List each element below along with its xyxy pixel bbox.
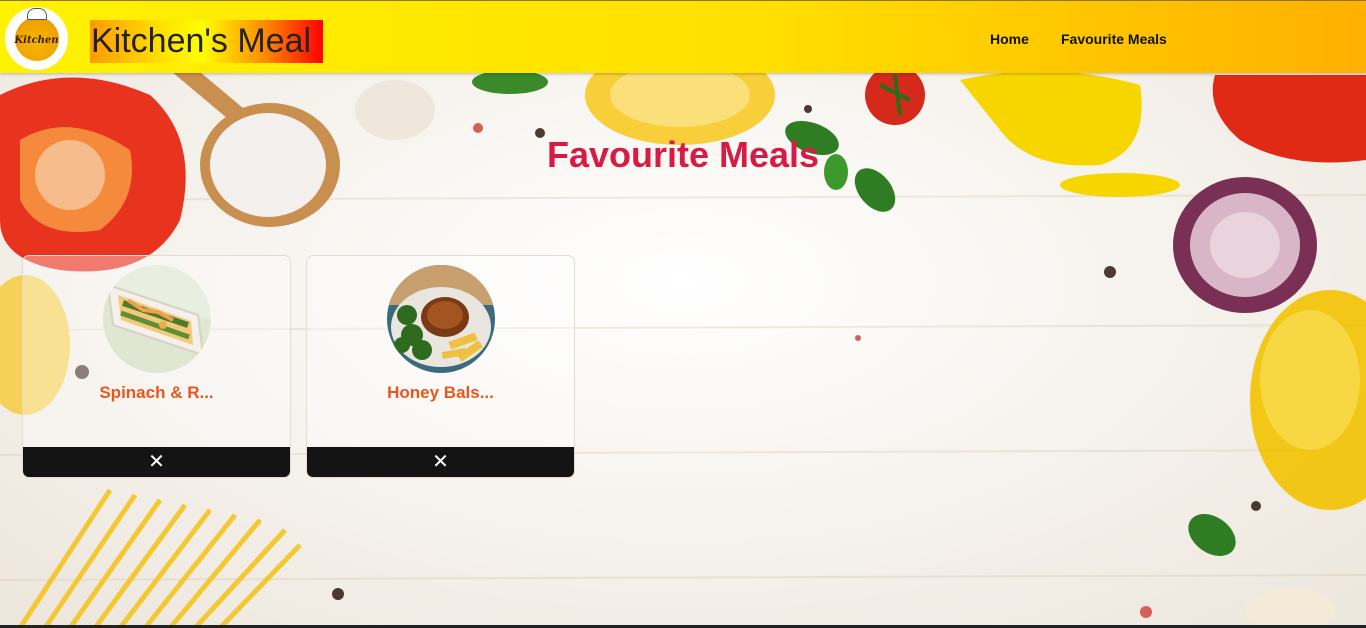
remove-favourite-button[interactable]: ✕	[307, 447, 574, 477]
close-icon: ✕	[432, 451, 449, 473]
meal-photo-honey-balsamic	[387, 265, 495, 373]
meal-photo-spinach	[103, 265, 211, 373]
hat-shape	[26, 7, 47, 20]
meal-image[interactable]	[103, 265, 211, 373]
brand-title[interactable]: Kitchen's Meal	[90, 20, 323, 63]
meal-card[interactable]: Spinach & R... ✕	[22, 255, 291, 478]
logo[interactable]: Kitchen	[5, 7, 68, 70]
page-title: Favourite Meals	[546, 134, 820, 175]
meal-name[interactable]: Honey Bals...	[307, 383, 574, 403]
remove-favourite-button[interactable]: ✕	[23, 447, 290, 477]
navbar: Kitchen Kitchen's Meal Home Favourite Me…	[0, 0, 1366, 73]
chef-hat-icon: Kitchen	[14, 7, 59, 61]
nav-favourite-meals-link[interactable]: Favourite Meals	[1061, 31, 1167, 47]
close-icon: ✕	[148, 451, 165, 473]
logo-text: Kitchen	[14, 35, 59, 46]
meal-image[interactable]	[387, 265, 495, 373]
nav-home-link[interactable]: Home	[990, 31, 1029, 47]
meal-name[interactable]: Spinach & R...	[23, 383, 290, 403]
meal-card[interactable]: Honey Bals... ✕	[306, 255, 575, 478]
